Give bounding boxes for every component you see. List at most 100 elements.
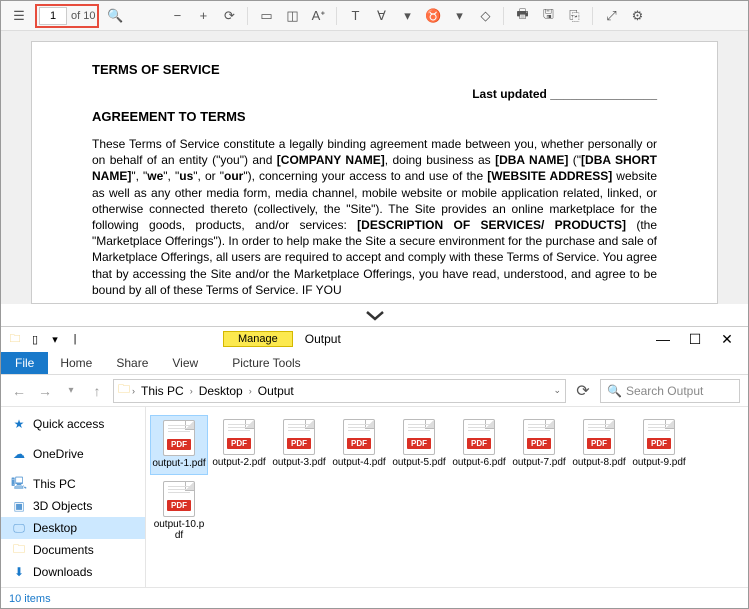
- doc-updated: Last updated ________________: [92, 87, 657, 101]
- nav-back-icon[interactable]: ←: [9, 381, 29, 401]
- sidebar-quick-access[interactable]: ★ Quick access: [1, 413, 145, 435]
- page-number-input[interactable]: [39, 7, 67, 25]
- pdf-file-icon: PDF: [401, 419, 437, 455]
- pdf-badge: PDF: [347, 438, 371, 449]
- save-icon[interactable]: 🖫: [538, 6, 558, 26]
- ribbon-share[interactable]: Share: [104, 352, 160, 374]
- file-item[interactable]: PDFoutput-2.pdf: [210, 415, 268, 475]
- ribbon-view[interactable]: View: [160, 352, 210, 374]
- cube-icon: ▣: [11, 498, 27, 514]
- file-item[interactable]: PDFoutput-5.pdf: [390, 415, 448, 475]
- zoom-in-icon[interactable]: +: [193, 6, 213, 26]
- file-name: output-10.pdf: [151, 519, 207, 542]
- sidebar-item-label: This PC: [33, 477, 76, 491]
- pc-icon: 🖳: [11, 476, 27, 492]
- ribbon-picture-tools[interactable]: Picture Tools: [220, 352, 312, 374]
- status-bar: 10 items: [1, 587, 748, 609]
- sidebar-item-label: Desktop: [33, 521, 77, 535]
- sidebar-toggle-icon[interactable]: ☰: [9, 6, 29, 26]
- print-icon[interactable]: 🖶: [512, 6, 532, 26]
- ribbon-home[interactable]: Home: [48, 352, 104, 374]
- highlight-icon[interactable]: ∀: [371, 6, 391, 26]
- pdf-badge: PDF: [467, 438, 491, 449]
- breadcrumb-seg[interactable]: Desktop: [195, 384, 247, 398]
- search-icon[interactable]: 🔍: [105, 6, 125, 26]
- pane-divider[interactable]: [1, 304, 748, 326]
- refresh-icon[interactable]: ⟳: [572, 381, 594, 401]
- minimize-button[interactable]: —: [656, 331, 670, 348]
- file-item[interactable]: PDF output-6.pdf: [450, 415, 508, 475]
- qat-icon[interactable]: ▯: [27, 331, 43, 347]
- search-input[interactable]: 🔍 Search Output: [600, 379, 740, 403]
- file-item[interactable]: PDFoutput-1.pdf: [150, 415, 208, 475]
- close-button[interactable]: ✕: [720, 331, 734, 348]
- chevron-down-icon[interactable]: ▾: [397, 6, 417, 26]
- status-item-count: 10 items: [9, 593, 51, 605]
- search-icon: 🔍: [607, 384, 622, 398]
- breadcrumb-seg[interactable]: This PC: [137, 384, 188, 398]
- erase-icon[interactable]: ◇: [475, 6, 495, 26]
- chevron-right-icon[interactable]: ›: [132, 386, 135, 396]
- star-icon: ★: [11, 416, 27, 432]
- pdf-file-icon: PDF: [221, 419, 257, 455]
- pdf-file-icon: PDF: [581, 419, 617, 455]
- fullscreen-icon[interactable]: ⤢: [601, 6, 621, 26]
- pdf-badge: PDF: [227, 438, 251, 449]
- cloud-icon: ☁: [11, 446, 27, 462]
- pdf-badge: PDF: [527, 438, 551, 449]
- sidebar-item-label: 3D Objects: [33, 499, 92, 513]
- folder-icon[interactable]: 🗀: [7, 331, 23, 347]
- chevron-down-icon[interactable]: ⌄: [553, 385, 561, 396]
- nav-up-icon[interactable]: ↑: [87, 381, 107, 401]
- folder-icon: 🗀: [11, 542, 27, 558]
- rotate-icon[interactable]: ⟳: [219, 6, 239, 26]
- file-name: output-3.pdf: [272, 457, 325, 469]
- sidebar-desktop[interactable]: 🖵Desktop: [1, 517, 145, 539]
- pdf-file-icon: PDF: [161, 481, 197, 517]
- nav-forward-icon[interactable]: →: [35, 381, 55, 401]
- zoom-out-icon[interactable]: −: [167, 6, 187, 26]
- search-placeholder: Search Output: [626, 384, 703, 398]
- export-icon[interactable]: ⎘: [564, 6, 584, 26]
- pdf-file-icon: PDF: [641, 419, 677, 455]
- file-item[interactable]: PDF output-9.pdf: [630, 415, 688, 475]
- sidebar-onedrive[interactable]: ☁OneDrive: [1, 443, 145, 465]
- pdf-viewport[interactable]: TERMS OF SERVICE Last updated __________…: [1, 31, 748, 304]
- qat-dropdown-icon[interactable]: ▾: [47, 331, 63, 347]
- maximize-button[interactable]: ☐: [688, 331, 702, 348]
- breadcrumb[interactable]: 🗀 › This PC › Desktop › Output ⌄: [113, 379, 566, 403]
- breadcrumb-seg[interactable]: Output: [254, 384, 298, 398]
- download-icon: ⬇: [11, 564, 27, 580]
- nav-history-icon[interactable]: ▾: [61, 381, 81, 401]
- text-size-icon[interactable]: Aᐩ: [308, 6, 328, 26]
- page-total-label: of 10: [71, 10, 95, 22]
- chevron-right-icon[interactable]: ›: [249, 386, 252, 396]
- text-tool-icon[interactable]: T: [345, 6, 365, 26]
- sidebar-3d-objects[interactable]: ▣ 3D Objects: [1, 495, 145, 517]
- doc-body: These Terms of Service constitute a lega…: [92, 136, 657, 298]
- sidebar-item-label: Documents: [33, 543, 94, 557]
- sidebar-this-pc[interactable]: 🖳 This PC: [1, 473, 145, 495]
- settings-icon[interactable]: ⚙: [627, 6, 647, 26]
- sidebar-documents[interactable]: 🗀 Documents: [1, 539, 145, 561]
- sidebar-downloads[interactable]: ⬇Downloads: [1, 561, 145, 583]
- file-item[interactable]: PDFoutput-8.pdf: [570, 415, 628, 475]
- file-list[interactable]: PDFoutput-1.pdfPDFoutput-2.pdfPDFoutput-…: [146, 407, 748, 587]
- contextual-tab[interactable]: Manage: [223, 331, 293, 347]
- file-item[interactable]: PDFoutput-7.pdf: [510, 415, 568, 475]
- chevron-right-icon[interactable]: ›: [190, 386, 193, 396]
- fit-width-icon[interactable]: ▭: [256, 6, 276, 26]
- file-item[interactable]: PDFoutput-4.pdf: [330, 415, 388, 475]
- file-item[interactable]: PDFoutput-3.pdf: [270, 415, 328, 475]
- page-layout-icon[interactable]: ◫: [282, 6, 302, 26]
- file-name: output-9.pdf: [632, 457, 685, 469]
- chevron-down-icon[interactable]: ▾: [449, 6, 469, 26]
- pdf-badge: PDF: [167, 500, 191, 511]
- ribbon-file[interactable]: File: [1, 352, 48, 374]
- page-indicator: of 10: [35, 4, 99, 28]
- file-name: output-6.pdf: [452, 457, 505, 469]
- pdf-toolbar: ☰ of 10 🔍 − + ⟳ ▭ ◫ Aᐩ T ∀ ▾ ♉ ▾ ◇ 🖶 🖫 ⎘…: [1, 1, 748, 31]
- file-item[interactable]: PDF output-10.pdf: [150, 477, 208, 546]
- sidebar-item-label: Quick access: [33, 417, 104, 431]
- stamp-icon[interactable]: ♉: [423, 6, 443, 26]
